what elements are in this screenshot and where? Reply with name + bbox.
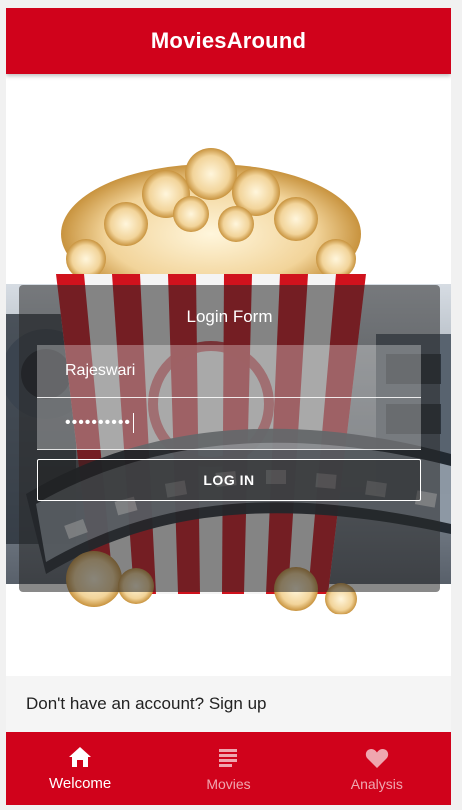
nav-item-movies[interactable]: Movies xyxy=(154,732,302,805)
app-title: MoviesAround xyxy=(150,28,307,53)
username-value: Rajeswari xyxy=(65,362,136,379)
login-form-title: Login Form xyxy=(186,307,273,326)
nav-item-welcome[interactable]: Welcome xyxy=(6,732,154,805)
app-bar: MoviesAround xyxy=(6,8,451,74)
bottom-navigation: Welcome Movies Analysis xyxy=(6,732,451,805)
nav-label-welcome: Welcome xyxy=(49,775,112,792)
list-icon xyxy=(219,748,238,767)
password-field[interactable]: •••••••••• xyxy=(37,397,421,450)
signup-prompt[interactable]: Don't have an account? Sign up xyxy=(6,676,451,732)
username-field[interactable]: Rajeswari xyxy=(37,345,421,398)
nav-label-analysis: Analysis xyxy=(350,775,403,792)
app-screen: MoviesAround Login Form Rajeswari ••••••… xyxy=(6,8,451,805)
login-button[interactable]: LOG IN xyxy=(37,459,421,501)
text-cursor xyxy=(133,413,135,433)
signup-link-text[interactable]: Don't have an account? Sign up xyxy=(26,694,266,714)
home-icon xyxy=(69,747,92,767)
nav-item-analysis[interactable]: Analysis xyxy=(303,732,451,805)
login-form-card: Login Form Rajeswari •••••••••• LOG IN xyxy=(19,285,440,592)
nav-label-movies: Movies xyxy=(206,775,251,792)
password-value: •••••••••• xyxy=(65,414,132,431)
heart-icon xyxy=(365,748,388,768)
